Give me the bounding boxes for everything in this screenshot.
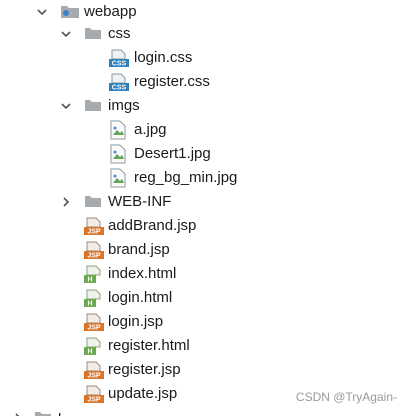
project-tree: webapp css CSS login.css CSS register.cs… — [0, 0, 411, 416]
tree-file-brand-jsp[interactable]: JSP brand.jsp — [0, 238, 411, 262]
svg-text:JSP: JSP — [87, 229, 101, 236]
tree-file-register-html[interactable]: H register.html — [0, 334, 411, 358]
tree-label: addBrand.jsp — [108, 217, 197, 234]
jsp-file-icon: JSP — [84, 385, 104, 403]
svg-text:H: H — [87, 301, 92, 308]
tree-node-css[interactable]: css — [0, 22, 411, 46]
tree-label: webapp — [84, 3, 137, 20]
svg-text:CSS: CSS — [112, 61, 127, 68]
tree-label: css — [108, 25, 131, 42]
tree-label: register.jsp — [108, 361, 181, 378]
tree-label: register.html — [108, 337, 190, 354]
tree-node-imgs[interactable]: imgs — [0, 94, 411, 118]
folder-icon — [35, 412, 51, 416]
tree-file-desert1-jpg[interactable]: Desert1.jpg — [0, 142, 411, 166]
svg-text:JSP: JSP — [87, 253, 101, 260]
css-file-icon: CSS — [109, 49, 129, 67]
watermark: CSDN @TryAgain- — [295, 390, 397, 404]
tree-label: a.jpg — [134, 121, 167, 138]
tree-file-login-html[interactable]: H login.html — [0, 286, 411, 310]
tree-label: b... — [58, 408, 79, 416]
svg-text:JSP: JSP — [87, 397, 101, 404]
html-file-icon: H — [84, 265, 101, 284]
chevron-right-icon[interactable] — [12, 412, 24, 416]
chevron-down-icon[interactable] — [60, 100, 72, 112]
tree-file-addbrand-jsp[interactable]: JSP addBrand.jsp — [0, 214, 411, 238]
web-folder-icon — [61, 6, 79, 18]
svg-text:CSS: CSS — [112, 85, 127, 92]
tree-label: update.jsp — [108, 385, 178, 402]
tree-label: imgs — [108, 97, 140, 114]
svg-text:H: H — [87, 349, 92, 356]
tree-file-reg-bg-min-jpg[interactable]: reg_bg_min.jpg — [0, 166, 411, 190]
tree-node-webapp[interactable]: webapp — [0, 0, 411, 24]
tree-node-partial[interactable]: b... — [0, 406, 411, 416]
html-file-icon: H — [84, 289, 101, 308]
tree-label: reg_bg_min.jpg — [134, 169, 238, 186]
chevron-down-icon[interactable] — [36, 6, 48, 18]
tree-node-web-inf[interactable]: WEB-INF — [0, 190, 411, 214]
tree-file-a-jpg[interactable]: a.jpg — [0, 118, 411, 142]
folder-icon — [85, 196, 101, 207]
tree-label: register.css — [134, 73, 210, 90]
svg-text:JSP: JSP — [87, 373, 101, 380]
html-file-icon: H — [84, 337, 101, 356]
svg-text:H: H — [87, 277, 92, 284]
tree-label: login.jsp — [108, 313, 164, 330]
jsp-file-icon: JSP — [84, 313, 104, 331]
tree-file-index-html[interactable]: H index.html — [0, 262, 411, 286]
tree-file-register-css[interactable]: CSS register.css — [0, 70, 411, 94]
tree-file-login-css[interactable]: CSS login.css — [0, 46, 411, 70]
svg-text:JSP: JSP — [87, 325, 101, 332]
chevron-right-icon[interactable] — [60, 196, 72, 208]
css-file-icon: CSS — [109, 73, 129, 91]
image-file-icon — [110, 168, 126, 188]
tree-label: index.html — [108, 265, 177, 282]
tree-label: brand.jsp — [108, 241, 170, 258]
image-file-icon — [110, 144, 126, 164]
tree-label: Desert1.jpg — [134, 145, 211, 162]
jsp-file-icon: JSP — [84, 217, 104, 235]
tree-label: WEB-INF — [108, 193, 172, 210]
image-file-icon — [110, 120, 126, 140]
tree-label: login.html — [108, 289, 173, 306]
jsp-file-icon: JSP — [84, 241, 104, 259]
tree-label: login.css — [134, 49, 193, 66]
jsp-file-icon: JSP — [84, 361, 104, 379]
chevron-down-icon[interactable] — [60, 28, 72, 40]
tree-file-register-jsp[interactable]: JSP register.jsp — [0, 358, 411, 382]
folder-icon — [85, 28, 101, 39]
tree-file-login-jsp[interactable]: JSP login.jsp — [0, 310, 411, 334]
folder-icon — [85, 100, 101, 111]
